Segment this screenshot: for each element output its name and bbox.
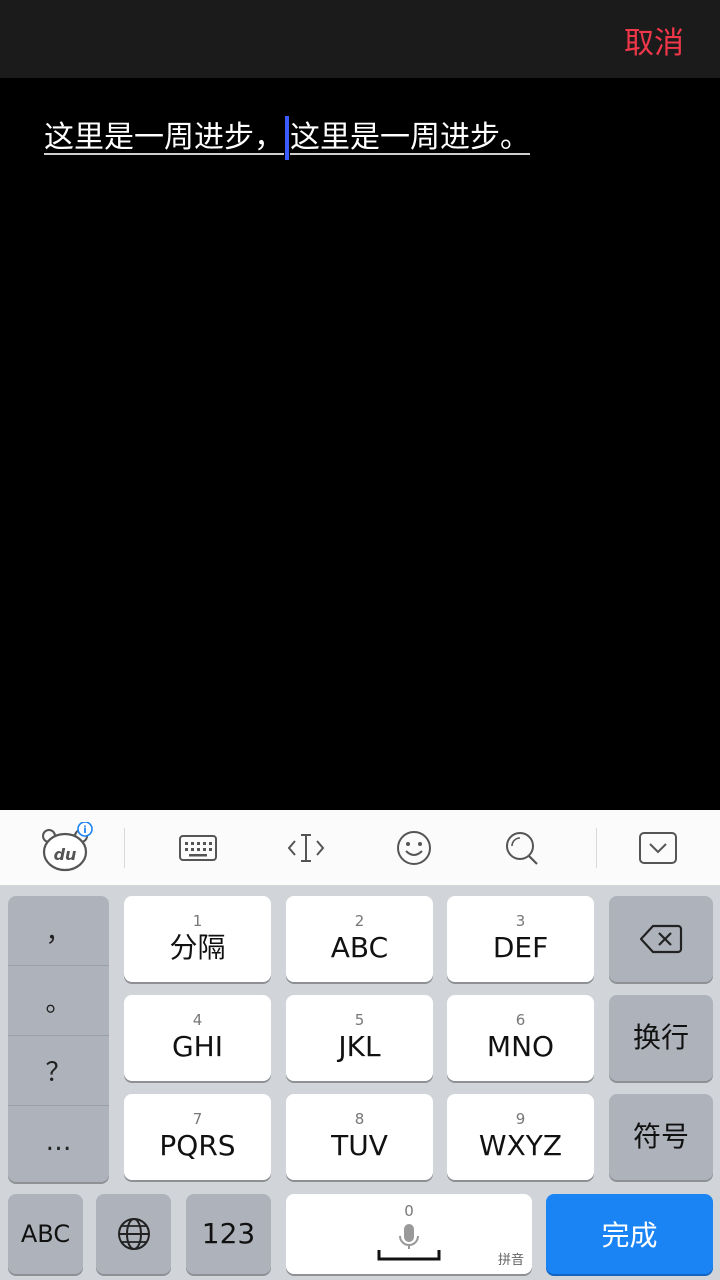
key-label: JKL bbox=[338, 1030, 381, 1063]
text-segment-after: 这里是一周进步。 bbox=[290, 120, 530, 155]
key-4-ghi[interactable]: 4 GHI bbox=[124, 995, 271, 1081]
key-label: WXYZ bbox=[478, 1129, 563, 1162]
key-number: 2 bbox=[354, 912, 365, 930]
nine-key-keyboard: ， 。 ？ … 1 分隔 2 ABC 3 DEF 4 GHI 5 JKL 6 M… bbox=[0, 886, 720, 1280]
emoji-icon[interactable] bbox=[390, 824, 438, 872]
key-5-jkl[interactable]: 5 JKL bbox=[286, 995, 433, 1081]
newline-key[interactable]: 换行 bbox=[609, 995, 713, 1081]
symbols-key[interactable]: 符号 bbox=[609, 1094, 713, 1180]
cursor-move-icon[interactable] bbox=[282, 824, 330, 872]
space-label: 拼音 bbox=[497, 1253, 524, 1268]
key-number: 8 bbox=[354, 1110, 365, 1128]
key-label: GHI bbox=[171, 1030, 223, 1063]
punct-key-period[interactable]: 。 bbox=[8, 966, 109, 1034]
key-label: TUV bbox=[331, 1129, 388, 1162]
svg-text:i: i bbox=[83, 825, 86, 836]
key-number: 5 bbox=[354, 1011, 365, 1029]
punct-divider bbox=[8, 1105, 109, 1106]
svg-text:du: du bbox=[54, 845, 77, 864]
text-segment-before: 这里是一周进步， bbox=[44, 120, 284, 155]
key-number: 1 bbox=[192, 912, 203, 930]
top-bar: 取消 bbox=[0, 0, 720, 78]
key-3-def[interactable]: 3 DEF bbox=[447, 896, 594, 982]
key-2-abc[interactable]: 2 ABC bbox=[286, 896, 433, 982]
punct-key-ellipsis[interactable]: … bbox=[8, 1108, 109, 1176]
punctuation-column: ， 。 ？ … bbox=[8, 896, 109, 1182]
key-number: 4 bbox=[192, 1011, 203, 1029]
key-label: PQRS bbox=[159, 1129, 236, 1162]
num-123-key[interactable]: 123 bbox=[186, 1194, 271, 1274]
key-label: 分隔 bbox=[169, 931, 226, 964]
punct-key-question[interactable]: ？ bbox=[8, 1036, 109, 1104]
space-key[interactable]: 0 拼音 bbox=[286, 1194, 532, 1274]
abc-key[interactable]: ABC bbox=[8, 1194, 83, 1274]
key-label: 符号 bbox=[632, 1120, 689, 1153]
key-label: MNO bbox=[486, 1030, 555, 1063]
key-number: 7 bbox=[192, 1110, 203, 1128]
text-editor[interactable]: 这里是一周进步， 这里是一周进步。 bbox=[0, 78, 720, 810]
delete-key[interactable] bbox=[609, 896, 713, 982]
key-number: 3 bbox=[515, 912, 526, 930]
key-label: 完成 bbox=[601, 1219, 658, 1252]
key-label: ABC bbox=[330, 931, 389, 964]
backspace-icon bbox=[639, 924, 683, 954]
punct-key-comma[interactable]: ， bbox=[8, 896, 109, 964]
done-key[interactable]: 完成 bbox=[546, 1194, 713, 1274]
key-6-mno[interactable]: 6 MNO bbox=[447, 995, 594, 1081]
key-1-separator[interactable]: 1 分隔 bbox=[124, 896, 271, 982]
key-label: ABC bbox=[20, 1220, 71, 1248]
composed-text: 这里是一周进步， 这里是一周进步。 bbox=[44, 116, 530, 160]
space-bar-icon bbox=[377, 1250, 441, 1261]
toolbar-divider bbox=[124, 828, 125, 868]
key-number: 0 bbox=[404, 1202, 414, 1220]
key-8-tuv[interactable]: 8 TUV bbox=[286, 1094, 433, 1180]
key-label: 换行 bbox=[632, 1021, 689, 1054]
globe-key[interactable] bbox=[96, 1194, 171, 1274]
cancel-button[interactable]: 取消 bbox=[624, 18, 684, 62]
text-caret bbox=[285, 116, 289, 160]
key-number: 9 bbox=[515, 1110, 526, 1128]
key-9-wxyz[interactable]: 9 WXYZ bbox=[447, 1094, 594, 1180]
globe-icon bbox=[117, 1218, 150, 1250]
du-bear-logo-icon[interactable]: du i bbox=[40, 822, 96, 876]
key-7-pqrs[interactable]: 7 PQRS bbox=[124, 1094, 271, 1180]
key-label: DEF bbox=[492, 931, 549, 964]
search-icon[interactable] bbox=[498, 824, 546, 872]
keyboard-icon[interactable] bbox=[174, 824, 222, 872]
ime-toolbar: du i bbox=[0, 810, 720, 886]
key-number: 6 bbox=[515, 1011, 526, 1029]
collapse-keyboard-icon[interactable] bbox=[634, 824, 682, 872]
toolbar-divider bbox=[596, 828, 597, 868]
key-label: 123 bbox=[201, 1217, 256, 1250]
